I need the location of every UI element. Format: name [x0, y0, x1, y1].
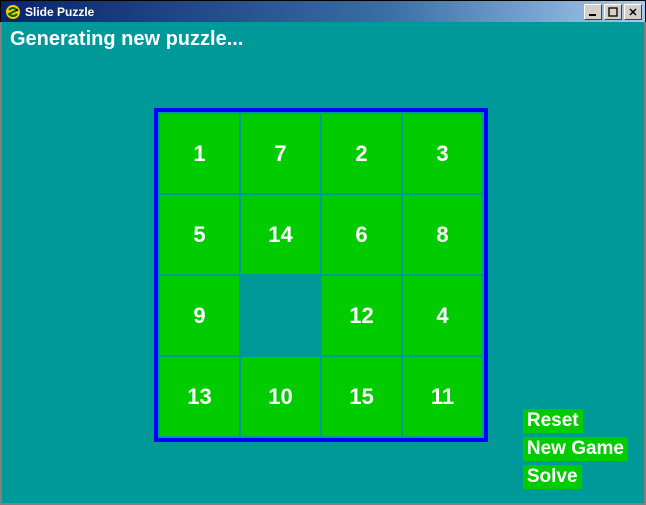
minimize-button[interactable] — [584, 4, 602, 20]
titlebar: Slide Puzzle — [0, 0, 646, 22]
tile-11[interactable]: 11 — [403, 357, 482, 436]
tile-2[interactable]: 2 — [322, 114, 401, 193]
new-game-button[interactable]: New Game — [523, 437, 628, 461]
tile-14[interactable]: 14 — [241, 195, 320, 274]
tile-10[interactable]: 10 — [241, 357, 320, 436]
reset-button[interactable]: Reset — [523, 409, 583, 433]
tile-5[interactable]: 5 — [160, 195, 239, 274]
tile-12[interactable]: 12 — [322, 276, 401, 355]
puzzle-board: 1723 51468 9 124 13101511 — [154, 108, 488, 442]
tile-15[interactable]: 15 — [322, 357, 401, 436]
tile-3[interactable]: 3 — [403, 114, 482, 193]
tile-1[interactable]: 1 — [160, 114, 239, 193]
tile-4[interactable]: 4 — [403, 276, 482, 355]
maximize-button[interactable] — [604, 4, 622, 20]
window-title: Slide Puzzle — [25, 5, 584, 19]
close-button[interactable] — [624, 4, 642, 20]
tile-6[interactable]: 6 — [322, 195, 401, 274]
app-icon — [5, 4, 21, 20]
empty-slot — [241, 276, 320, 355]
solve-button[interactable]: Solve — [523, 465, 582, 489]
status-text: Generating new puzzle... — [2, 22, 644, 57]
tile-8[interactable]: 8 — [403, 195, 482, 274]
window-buttons — [584, 4, 642, 20]
game-area: Generating new puzzle... 1723 51468 9 124 13… — [2, 22, 644, 503]
tile-9[interactable]: 9 — [160, 276, 239, 355]
control-buttons: Reset New Game Solve — [523, 409, 628, 489]
tile-13[interactable]: 13 — [160, 357, 239, 436]
tile-7[interactable]: 7 — [241, 114, 320, 193]
